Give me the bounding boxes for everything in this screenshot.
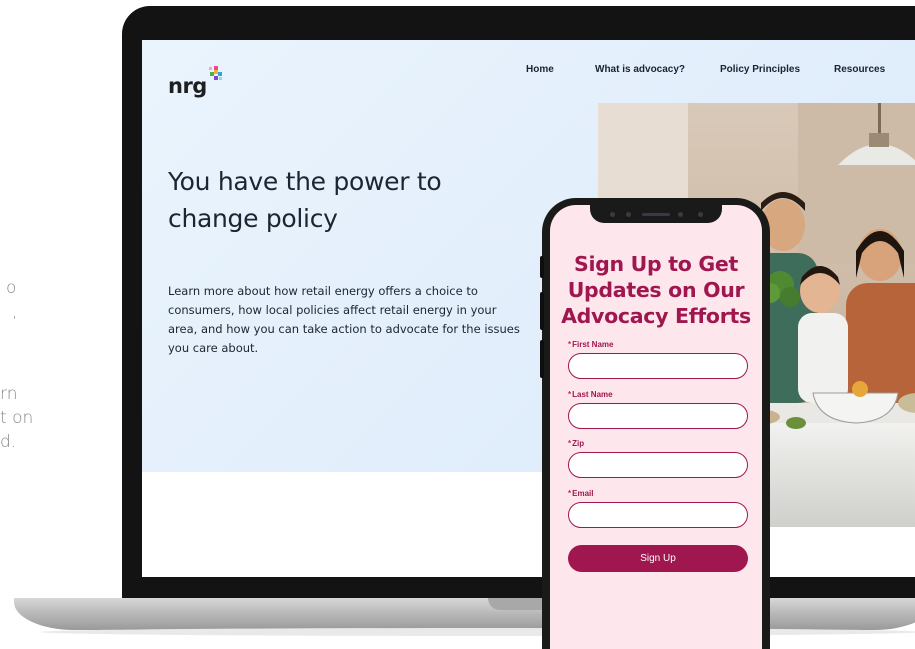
- zip-label: *Zip: [568, 439, 585, 448]
- camera-icon: [698, 212, 703, 217]
- camera-icon: [626, 212, 631, 217]
- side-text-line: rn: [0, 384, 18, 404]
- hero-title: You have the power to change policy: [168, 167, 442, 233]
- nav-home[interactable]: Home: [526, 64, 554, 75]
- hero-body: Learn more about how retail energy offer…: [168, 284, 520, 355]
- marketing-mockup: o , rn t on d. nrg Home What is advocacy…: [0, 0, 915, 649]
- speaker-grille: [642, 213, 670, 216]
- side-text-line: o: [6, 278, 17, 298]
- phone-side-button: [540, 256, 544, 278]
- laptop-base: [14, 598, 915, 630]
- side-text-line: ,: [12, 302, 18, 322]
- first-name-label: *First Name: [568, 340, 614, 349]
- zip-field[interactable]: [568, 452, 748, 478]
- last-name-label: *Last Name: [568, 390, 613, 399]
- side-text-line: d.: [0, 432, 17, 452]
- logo-wordmark: nrg: [168, 74, 207, 98]
- nav-resources[interactable]: Resources: [834, 64, 885, 75]
- nrg-logo[interactable]: nrg: [168, 66, 224, 98]
- signup-title: Sign Up to Get Updates on Our Advocacy E…: [561, 252, 751, 328]
- email-field[interactable]: [568, 502, 748, 528]
- nav-policy-principles[interactable]: Policy Principles: [720, 64, 800, 75]
- phone-side-button: [540, 340, 544, 378]
- phone-side-button: [540, 292, 544, 330]
- sign-up-button[interactable]: Sign Up: [568, 545, 748, 572]
- laptop-shadow: [40, 628, 915, 636]
- multicolor-plus-icon: [208, 66, 224, 82]
- last-name-field[interactable]: [568, 403, 748, 429]
- phone-screen: Sign Up to Get Updates on Our Advocacy E…: [550, 205, 762, 649]
- camera-icon: [610, 212, 615, 217]
- side-text-line: t on: [0, 408, 34, 428]
- camera-icon: [678, 212, 683, 217]
- nav-what-is-advocacy[interactable]: What is advocacy?: [595, 64, 685, 75]
- laptop-screen: nrg Home What is advocacy? Policy Princi…: [142, 40, 915, 577]
- first-name-field[interactable]: [568, 353, 748, 379]
- phone-notch: [590, 205, 722, 223]
- email-label: *Email: [568, 489, 594, 498]
